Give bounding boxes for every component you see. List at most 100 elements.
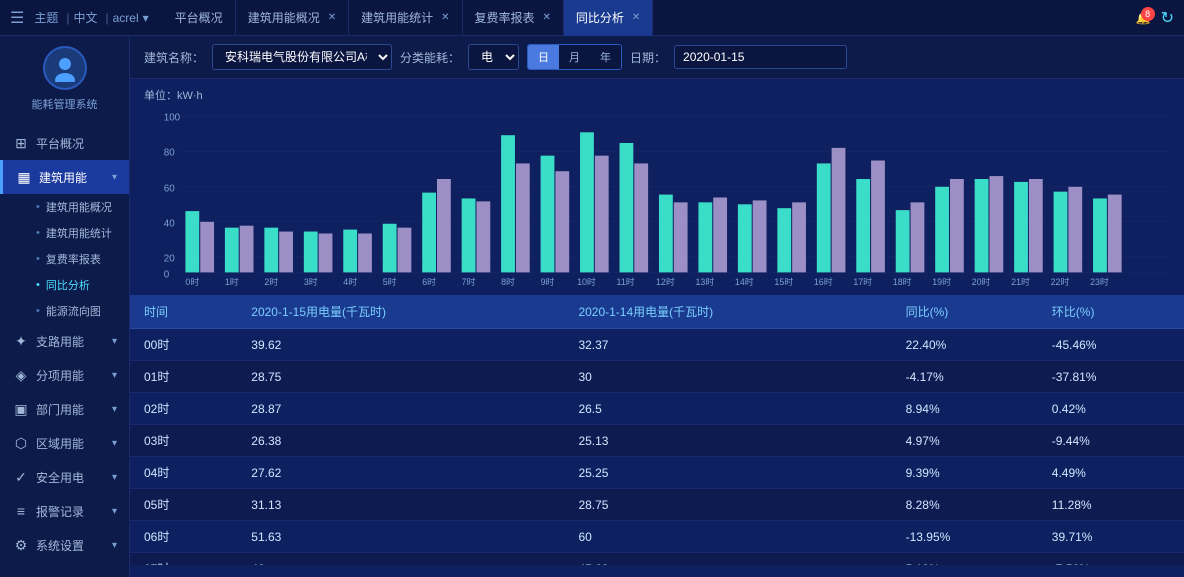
refresh-icon[interactable]: ↻ <box>1161 8 1174 28</box>
tab-close-tariff-report[interactable]: ✕ <box>543 0 551 36</box>
bar-20-current <box>975 179 989 272</box>
category-select[interactable]: 电 <box>468 44 519 70</box>
cell-6-4: 39.71% <box>1038 521 1184 553</box>
branch-expand-icon: ▾ <box>112 336 117 347</box>
date-input[interactable] <box>674 45 847 69</box>
tab-close-building-stats[interactable]: ✕ <box>441 0 449 36</box>
bar-10-current <box>580 132 594 272</box>
sidebar-item-building[interactable]: ▦ 建筑用能 ▾ <box>0 160 129 194</box>
notification-badge[interactable]: 🔔8 <box>1136 11 1151 25</box>
chart-container: 100 80 60 40 20 0 <box>144 107 1170 287</box>
table-body: 00时39.6232.3722.40%-45.46%01时28.7530-4.1… <box>130 329 1184 566</box>
sidebar-item-dept-label: 部门用能 <box>36 401 84 418</box>
col-header-yoy: 同比(%) <box>892 295 1038 329</box>
sidebar-item-dept[interactable]: ▣ 部门用能 ▾ <box>0 392 129 426</box>
col-header-time: 时间 <box>130 295 237 329</box>
table-row: 01时28.7530-4.17%-37.81% <box>130 361 1184 393</box>
cell-5-1: 31.13 <box>237 489 564 521</box>
svg-text:17时: 17时 <box>853 276 872 287</box>
sidebar: 能耗管理系统 ⊞ 平台概况 ▦ 建筑用能 ▾ 建筑用能概况 建筑用能统计 复费率… <box>0 36 130 577</box>
avatar <box>43 46 87 90</box>
cell-6-3: -13.95% <box>892 521 1038 553</box>
sidebar-item-comparison[interactable]: 同比分析 <box>20 272 129 298</box>
svg-text:20: 20 <box>164 254 176 265</box>
menu-icon[interactable]: ☰ <box>10 8 24 28</box>
table-row: 05时31.1328.758.28%11.28% <box>130 489 1184 521</box>
bar-19-current <box>935 187 949 273</box>
sidebar-item-settings[interactable]: ⚙ 系统设置 ▾ <box>0 528 129 562</box>
chart-area: 单位：kW·h 100 80 60 40 20 0 <box>130 79 1184 295</box>
building-icon: ▦ <box>15 168 33 186</box>
branch-icon: ✦ <box>12 332 30 350</box>
sidebar-item-tariff-report[interactable]: 复费率报表 <box>20 246 129 272</box>
svg-text:6时: 6时 <box>422 276 436 287</box>
sidebar-item-safety[interactable]: ✓ 安全用电 ▾ <box>0 460 129 494</box>
sidebar-item-building-label: 建筑用能 <box>39 169 87 186</box>
time-btn-year[interactable]: 年 <box>590 45 621 69</box>
tab-tariff-report[interactable]: 复费率报表✕ <box>463 0 564 36</box>
sidebar-item-building-overview[interactable]: 建筑用能概况 <box>20 194 129 220</box>
table-row: 00时39.6232.3722.40%-45.46% <box>130 329 1184 361</box>
bar-1-prev <box>240 226 254 273</box>
cell-1-0: 01时 <box>130 361 237 393</box>
svg-text:13时: 13时 <box>695 276 714 287</box>
tab-building-stats[interactable]: 建筑用能统计✕ <box>349 0 462 36</box>
time-btn-day[interactable]: 日 <box>528 45 559 69</box>
sidebar-item-branch[interactable]: ✦ 支路用能 ▾ <box>0 324 129 358</box>
svg-text:40: 40 <box>164 219 176 230</box>
cell-2-3: 8.94% <box>892 393 1038 425</box>
sidebar-item-area[interactable]: ⬡ 区域用能 ▾ <box>0 426 129 460</box>
tab-comparison[interactable]: 同比分析✕ <box>564 0 653 36</box>
cell-4-2: 25.25 <box>564 457 891 489</box>
building-expand-icon: ▾ <box>112 172 117 183</box>
bar-16-current <box>817 163 831 272</box>
bar-1-current <box>225 228 239 273</box>
subitem-expand-icon: ▾ <box>112 370 117 381</box>
time-btn-month[interactable]: 月 <box>559 45 590 69</box>
table-row: 03时26.3825.134.97%-9.44% <box>130 425 1184 457</box>
tab-close-building-overview[interactable]: ✕ <box>328 0 336 36</box>
notif-count: 8 <box>1141 7 1155 21</box>
cell-3-0: 03时 <box>130 425 237 457</box>
cell-7-0: 07时 <box>130 553 237 566</box>
cell-5-2: 28.75 <box>564 489 891 521</box>
svg-text:0: 0 <box>164 269 170 280</box>
cell-7-2: 45.63 <box>564 553 891 566</box>
sidebar-title: 能耗管理系统 <box>32 96 98 112</box>
bar-0-current <box>185 211 199 272</box>
bar-16-prev <box>832 148 846 273</box>
bar-21-prev <box>1029 179 1043 272</box>
bar-10-prev <box>595 156 609 273</box>
svg-text:10时: 10时 <box>577 276 596 287</box>
alarm-expand-icon: ▾ <box>112 506 117 517</box>
sidebar-item-building-stats[interactable]: 建筑用能统计 <box>20 220 129 246</box>
sidebar-item-alarm[interactable]: ≡ 报警记录 ▾ <box>0 494 129 528</box>
svg-text:9时: 9时 <box>541 276 555 287</box>
tab-building-overview[interactable]: 建筑用能概况✕ <box>236 0 349 36</box>
cell-2-4: 0.42% <box>1038 393 1184 425</box>
category-label: 分类能耗： <box>400 49 460 66</box>
user-label: acrel <box>113 11 139 25</box>
sidebar-item-energy-flow[interactable]: 能源流向图 <box>20 298 129 324</box>
svg-text:1时: 1时 <box>225 276 239 287</box>
top-navigation: ☰ 主题 | 中文 | acrel ▾ 平台概况 建筑用能概况✕ 建筑用能统计✕… <box>0 0 1184 36</box>
svg-text:15时: 15时 <box>774 276 793 287</box>
bar-2-prev <box>279 232 293 273</box>
cell-6-1: 51.63 <box>237 521 564 553</box>
cell-2-2: 26.5 <box>564 393 891 425</box>
svg-text:8时: 8时 <box>501 276 515 287</box>
bar-20-prev <box>989 176 1003 272</box>
tab-platform[interactable]: 平台概况 <box>163 0 236 36</box>
sidebar-item-platform[interactable]: ⊞ 平台概况 <box>0 126 129 160</box>
bar-9-prev <box>555 171 569 272</box>
bar-2-current <box>264 228 278 273</box>
sidebar-item-subitem[interactable]: ◈ 分项用能 ▾ <box>0 358 129 392</box>
svg-text:18时: 18时 <box>893 276 912 287</box>
svg-text:11时: 11时 <box>617 276 635 287</box>
avatar-icon <box>51 54 79 82</box>
tab-close-comparison[interactable]: ✕ <box>632 0 640 36</box>
building-select[interactable]: 安科瑞电气股份有限公司A楼 <box>212 44 392 70</box>
sidebar-item-settings-label: 系统设置 <box>36 537 84 554</box>
cell-0-3: 22.40% <box>892 329 1038 361</box>
cell-2-1: 28.87 <box>237 393 564 425</box>
